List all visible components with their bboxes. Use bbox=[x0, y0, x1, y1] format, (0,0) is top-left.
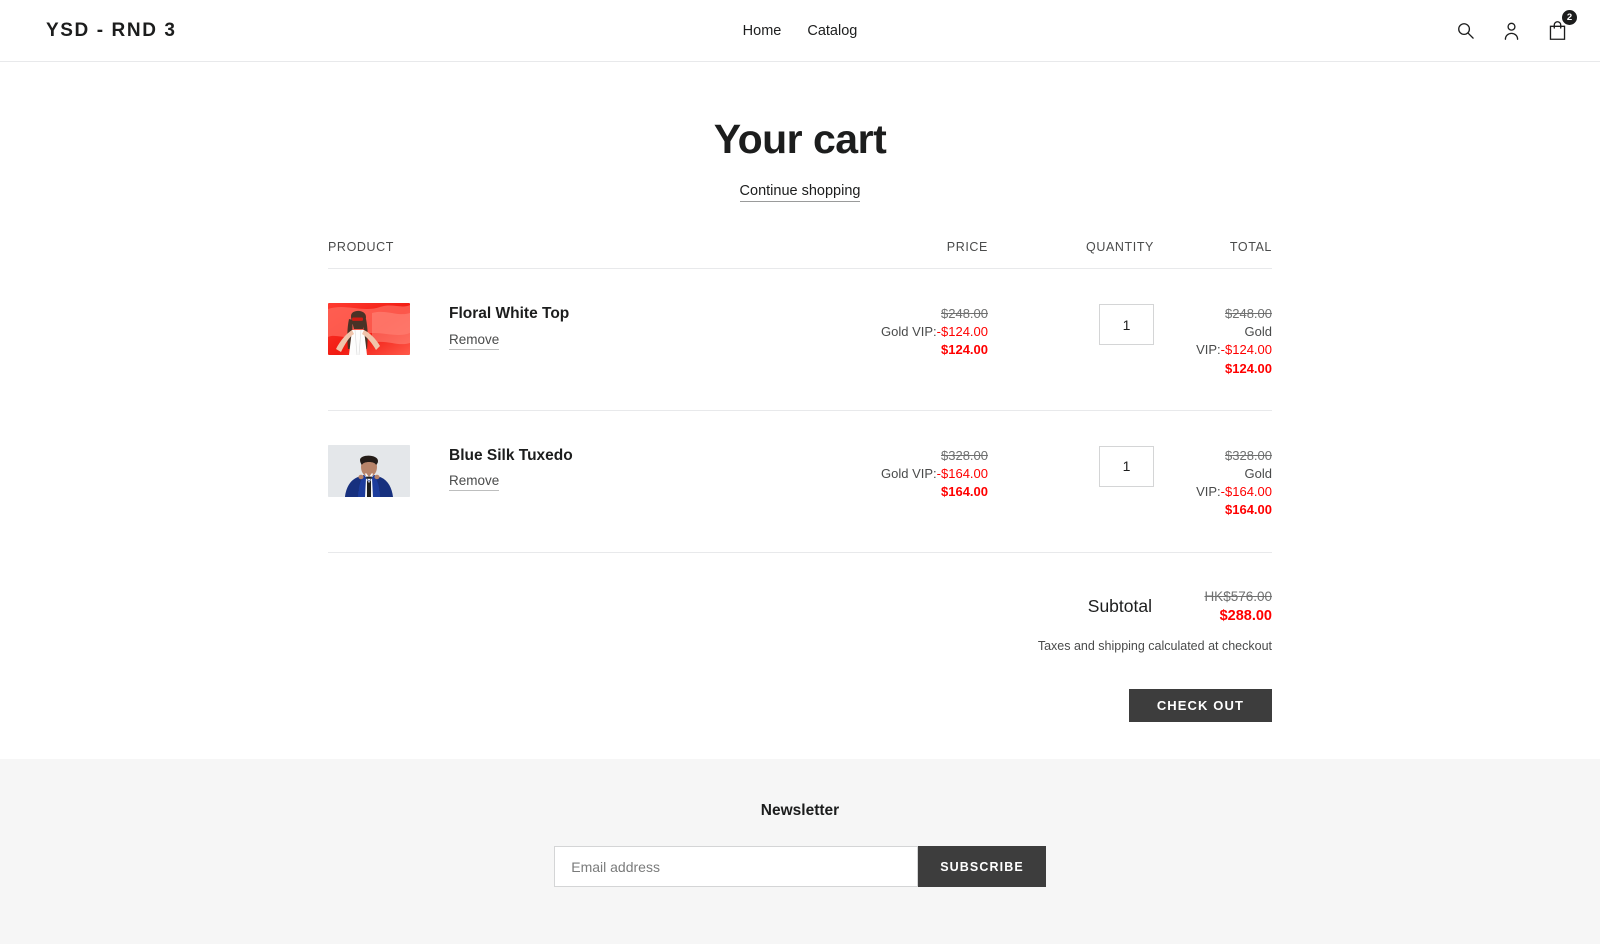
subtotal-final: $288.00 bbox=[1219, 608, 1272, 625]
cart-table: PRODUCT PRICE QUANTITY TOTAL Floral Whit… bbox=[328, 200, 1272, 723]
continue-shopping-wrap: Continue shopping bbox=[0, 182, 1600, 202]
cart-table-header: PRODUCT PRICE QUANTITY TOTAL bbox=[328, 240, 1272, 269]
main-navigation: Home Catalog bbox=[0, 0, 1600, 61]
subtotal-original: HK$576.00 bbox=[1204, 588, 1272, 604]
cart-totals: Subtotal HK$576.00 $288.00 Taxes and shi… bbox=[328, 553, 1272, 723]
cart-item-total: $328.00 Gold VIP:-$164.00 $164.00 bbox=[1168, 445, 1272, 520]
total-discount-line: VIP:-$164.00 bbox=[1168, 483, 1272, 501]
checkout-wrap: CHECK OUT bbox=[328, 689, 1272, 723]
continue-shopping-link[interactable]: Continue shopping bbox=[739, 183, 861, 202]
remove-item-link[interactable]: Remove bbox=[449, 473, 500, 492]
header-icon-group: 2 bbox=[1452, 9, 1577, 45]
price-discount-line: Gold VIP:-$124.00 bbox=[758, 323, 988, 341]
table-row: Blue Silk Tuxedo Remove $328.00 Gold VIP… bbox=[328, 411, 1272, 553]
nav-item-catalog[interactable]: Catalog bbox=[807, 23, 857, 39]
cart-count-badge: 2 bbox=[1562, 9, 1577, 25]
page-title: Your cart bbox=[713, 116, 887, 162]
total-discount-label-line1: Gold bbox=[1244, 324, 1272, 340]
newsletter-form: SUBSCRIBE bbox=[0, 846, 1600, 888]
product-info: Blue Silk Tuxedo Remove bbox=[449, 445, 573, 492]
email-field[interactable] bbox=[554, 846, 919, 888]
site-header: YSD - RND 3 Home Catalog 2 bbox=[0, 0, 1600, 62]
total-final: $164.00 bbox=[1225, 502, 1272, 518]
product-name[interactable]: Floral White Top bbox=[449, 305, 569, 324]
subscribe-button[interactable]: SUBSCRIBE bbox=[918, 846, 1046, 888]
table-row: Floral White Top Remove $248.00 Gold VIP… bbox=[328, 269, 1272, 411]
total-discount-value: -$164.00 bbox=[1220, 484, 1272, 500]
price-discount-value: -$124.00 bbox=[936, 324, 988, 340]
column-header-quantity: QUANTITY bbox=[1086, 240, 1154, 254]
total-discount-label-line2: VIP: bbox=[1196, 484, 1221, 500]
total-discount-label-line1: Gold bbox=[1244, 465, 1272, 481]
price-final: $164.00 bbox=[941, 484, 988, 500]
cart-icon[interactable]: 2 bbox=[1544, 9, 1577, 45]
cart-item-product: Blue Silk Tuxedo Remove bbox=[328, 444, 758, 497]
total-discount-label-line2: VIP: bbox=[1196, 342, 1221, 358]
price-discount-value: -$164.00 bbox=[936, 465, 988, 481]
nav-item-home[interactable]: Home bbox=[743, 23, 782, 39]
newsletter-title: Newsletter bbox=[760, 802, 840, 820]
cart-page: YSD - RND 3 Home Catalog 2 Your cart Con… bbox=[0, 0, 1600, 944]
total-discount-line: VIP:-$124.00 bbox=[1168, 341, 1272, 359]
cart-item-price: $328.00 Gold VIP:-$164.00 $164.00 bbox=[758, 445, 988, 502]
account-icon[interactable] bbox=[1498, 17, 1524, 45]
total-discount-value: -$124.00 bbox=[1220, 342, 1272, 358]
site-footer: Newsletter SUBSCRIBE bbox=[0, 759, 1600, 944]
cart-item-total: $248.00 Gold VIP:-$124.00 $124.00 bbox=[1168, 303, 1272, 378]
cart-item-quantity bbox=[988, 445, 1168, 487]
total-original: $248.00 bbox=[1225, 306, 1272, 321]
total-original: $328.00 bbox=[1225, 447, 1272, 463]
price-discount-line: Gold VIP:-$164.00 bbox=[758, 465, 988, 483]
tax-shipping-note: Taxes and shipping calculated at checkou… bbox=[1037, 639, 1272, 654]
product-name[interactable]: Blue Silk Tuxedo bbox=[449, 447, 573, 466]
price-discount-label: Gold VIP: bbox=[881, 324, 937, 340]
cart-item-product: Floral White Top Remove bbox=[328, 303, 758, 355]
column-header-total: TOTAL bbox=[1229, 240, 1272, 254]
price-original: $248.00 bbox=[941, 306, 988, 321]
product-info: Floral White Top Remove bbox=[449, 303, 569, 350]
product-thumbnail[interactable] bbox=[328, 303, 410, 355]
subtotal-label: Subtotal bbox=[1087, 596, 1152, 617]
price-final: $124.00 bbox=[941, 342, 988, 358]
cart-item-price: $248.00 Gold VIP:-$124.00 $124.00 bbox=[758, 303, 988, 360]
main-content: Your cart Continue shopping PRODUCT PRIC… bbox=[0, 62, 1600, 723]
product-thumbnail[interactable] bbox=[328, 444, 410, 497]
site-logo[interactable]: YSD - RND 3 bbox=[46, 20, 177, 42]
subtotal-values: HK$576.00 $288.00 bbox=[1168, 587, 1272, 628]
cart-item-quantity bbox=[988, 303, 1168, 345]
column-header-product: PRODUCT bbox=[328, 240, 395, 254]
quantity-input[interactable] bbox=[1099, 304, 1154, 345]
price-original: $328.00 bbox=[941, 447, 988, 463]
remove-item-link[interactable]: Remove bbox=[449, 332, 500, 350]
subtotal-row: Subtotal HK$576.00 $288.00 bbox=[328, 587, 1272, 628]
price-discount-label: Gold VIP: bbox=[881, 465, 937, 481]
column-header-price: PRICE bbox=[946, 240, 988, 254]
total-final: $124.00 bbox=[1225, 360, 1272, 376]
quantity-input[interactable] bbox=[1099, 445, 1154, 487]
checkout-button[interactable]: CHECK OUT bbox=[1128, 689, 1272, 723]
search-icon[interactable] bbox=[1452, 17, 1478, 45]
